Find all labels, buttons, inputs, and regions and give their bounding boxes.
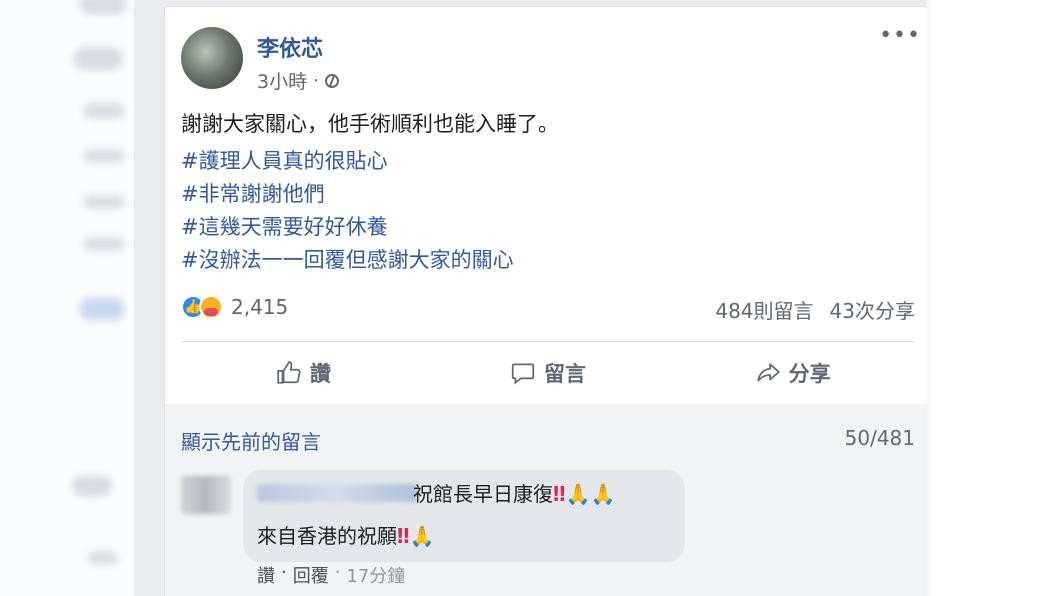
commenter-name-blurred[interactable] [257,484,417,502]
blurred-item [84,104,124,118]
more-options-icon[interactable]: ••• [879,23,921,48]
comment-reply-link[interactable]: 回覆 [293,562,329,588]
hashtag[interactable]: #這幾天需要好好休養 [181,211,514,244]
share-button-label: 分享 [788,362,831,386]
blurred-item [88,552,118,564]
post-text: 謝謝大家關心，他手術順利也能入睡了。 [181,112,559,136]
comment-text: 來自香港的祝願 [257,524,397,548]
commenter-avatar[interactable] [181,476,231,514]
show-previous-comments-link[interactable]: 顯示先前的留言 [181,426,321,455]
post-card: 李依芯 3小時 · ••• 謝謝大家關心，他手術順利也能入睡了。 #護理人員真的… [134,0,927,596]
blurred-item [74,48,122,70]
author-name[interactable]: 李依芯 [257,31,323,63]
background-right [926,0,1060,596]
post-stats: 484則留言 43次分享 [715,295,915,324]
share-arrow-icon [757,363,780,382]
share-button[interactable]: 分享 [670,353,915,393]
like-button-label: 讚 [309,362,331,386]
author-avatar[interactable] [181,27,243,89]
blurred-item [72,476,112,496]
globe-icon[interactable] [325,73,340,88]
blurred-item [84,238,124,250]
post-actions: 讚 留言 分享 [181,353,915,393]
comment-line: 祝館長早日康復‼🙏🙏 [413,478,615,507]
post-meta: 3小時 · [257,67,340,94]
hashtag[interactable]: #護理人員真的很貼心 [181,145,514,178]
comment-button-label: 留言 [544,362,586,386]
care-reaction-icon [199,295,223,319]
background-sidebar [0,0,134,596]
comment-actions: 讚 · 回覆 · 17分鐘 [257,562,405,588]
reaction-count: 2,415 [231,295,289,319]
post-time[interactable]: 3小時 [257,67,307,94]
blurred-item [80,0,126,14]
separator: · [281,562,287,583]
praying-hands-icon: 🙏🙏 [565,482,616,506]
comments-count[interactable]: 484則留言 [715,295,813,324]
reactions-summary[interactable]: 👍 2,415 [181,295,288,319]
comments-pager: 50/481 [844,426,915,450]
comment-line: 來自香港的祝願‼🙏 [257,520,434,549]
hashtag[interactable]: #沒辦法一一回覆但感謝大家的關心 [181,244,514,277]
like-button[interactable]: 讚 [181,353,426,393]
meta-separator: · [313,69,320,92]
double-exclamation-icon: ‼ [397,524,410,548]
hashtag-list: #護理人員真的很貼心 #非常謝謝他們 #這幾天需要好好休養 #沒辦法一一回覆但感… [181,145,514,277]
post: 李依芯 3小時 · ••• 謝謝大家關心，他手術順利也能入睡了。 #護理人員真的… [164,6,927,406]
separator: · [334,562,341,583]
blurred-item [84,150,124,162]
hashtag[interactable]: #非常謝謝他們 [181,178,514,211]
double-exclamation-icon: ‼ [553,482,566,506]
comment-bubble: 祝館長早日康復‼🙏🙏 來自香港的祝願‼🙏 [243,470,685,562]
comment-icon [511,363,535,385]
comment-like-link[interactable]: 讚 [257,562,275,588]
blurred-item [84,196,124,208]
comment-button[interactable]: 留言 [426,353,671,393]
comment-text: 祝館長早日康復 [413,482,553,506]
comments-section: 顯示先前的留言 50/481 祝館長早日康復‼🙏🙏 來自香港的祝願‼🙏 讚 · … [164,404,927,596]
comment-time[interactable]: 17分鐘 [346,562,405,588]
thumbs-up-icon [277,361,301,384]
shares-count[interactable]: 43次分享 [830,295,915,324]
blurred-item [80,298,124,320]
divider [181,341,915,342]
praying-hands-icon: 🙏 [409,524,435,548]
